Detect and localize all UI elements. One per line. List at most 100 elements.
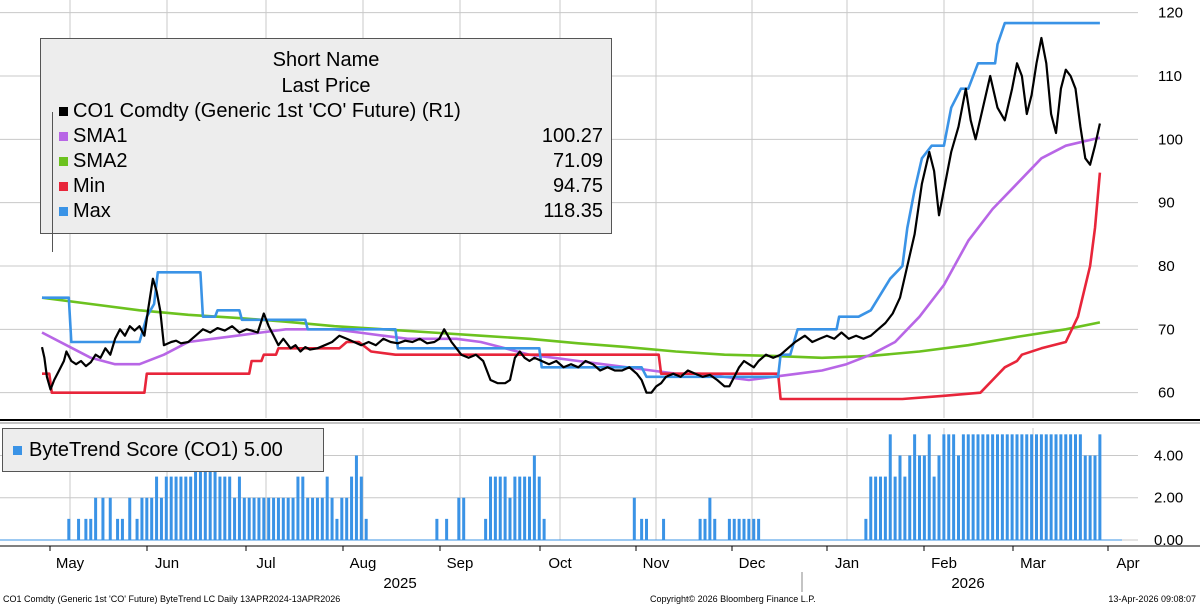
score-bar <box>174 476 178 540</box>
score-bar <box>908 455 912 540</box>
score-bar <box>1025 434 1029 540</box>
score-bar <box>991 434 995 540</box>
legend-value: 118.35 <box>543 200 603 222</box>
score-bar <box>645 518 648 540</box>
legend-swatch-min <box>59 182 68 191</box>
score-bar <box>155 476 159 540</box>
legend-value: 100.27 <box>541 125 603 147</box>
month-tick-label: Jul <box>256 555 275 572</box>
legend-row-sma2: SMA2 71.09 <box>59 150 603 175</box>
score-bar <box>306 497 310 540</box>
score-bar <box>1049 434 1053 540</box>
score-bar <box>462 497 466 540</box>
score-bar <box>252 497 256 540</box>
score-legend: ByteTrend Score (CO1) 5.00 <box>2 428 324 472</box>
score-bar <box>874 476 878 540</box>
score-bar <box>359 476 363 540</box>
score-bar <box>1000 434 1004 540</box>
score-bar <box>335 518 339 540</box>
legend-bracket <box>52 112 57 252</box>
score-bar <box>223 476 227 540</box>
price-tick-label: 100 <box>1158 131 1183 148</box>
legend-header-short-name: Short Name <box>272 49 380 71</box>
legend-value: 94.75 <box>552 175 603 197</box>
score-bar <box>242 497 246 540</box>
score-bar <box>1064 434 1068 540</box>
score-bar <box>489 476 492 540</box>
score-bar <box>272 497 276 540</box>
score-bar <box>503 476 507 540</box>
score-bar <box>169 476 173 540</box>
month-tick-label: May <box>56 555 85 572</box>
legend-header-last-price: Last Price <box>281 75 371 97</box>
score-bar <box>888 434 892 540</box>
score-bar <box>354 455 358 540</box>
score-bar <box>1059 434 1063 540</box>
score-bar <box>747 518 751 540</box>
score-bar <box>947 434 951 540</box>
price-tick-label: 90 <box>1158 195 1175 212</box>
score-bar <box>364 518 368 540</box>
score-tick-label: 2.00 <box>1154 490 1183 507</box>
score-legend-swatch <box>13 446 22 455</box>
score-bar <box>345 497 349 540</box>
score-bar <box>228 476 232 540</box>
legend-row-min: Min 94.75 <box>59 175 603 200</box>
score-bar <box>632 497 636 540</box>
score-bar <box>189 476 193 540</box>
score-bar <box>1010 434 1014 540</box>
legend-swatch-sma1 <box>59 132 68 141</box>
score-bar <box>1005 434 1009 540</box>
score-bar <box>957 455 960 540</box>
score-bar <box>218 476 222 540</box>
score-bar <box>713 518 717 540</box>
score-bar <box>498 476 502 540</box>
score-bar <box>961 434 965 540</box>
month-tick-label: Feb <box>931 555 957 572</box>
score-bar <box>542 518 546 540</box>
score-bar <box>727 518 731 540</box>
score-bar <box>150 497 154 540</box>
score-bar <box>518 476 522 540</box>
score-bar <box>233 497 237 540</box>
score-bar <box>1030 434 1034 540</box>
score-bar <box>140 497 144 540</box>
score-bar <box>445 518 449 540</box>
score-bar <box>1015 434 1019 540</box>
month-tick-label: Sep <box>447 555 474 572</box>
score-bar <box>898 455 902 540</box>
legend-name: Min <box>73 175 106 197</box>
score-bar <box>513 476 517 540</box>
score-bar <box>937 455 941 540</box>
score-bar <box>903 476 907 540</box>
score-bar <box>971 434 975 540</box>
legend-name: CO1 Comdty (Generic 1st 'CO' Future) (R1… <box>73 100 461 122</box>
time-axis: May Jun Jul Aug Sep Oct Nov Dec Jan Feb Mar Apr 2025… <box>49 546 1140 592</box>
score-bar <box>879 476 882 540</box>
score-bar <box>869 476 873 540</box>
score-bar <box>237 476 241 540</box>
score-bar <box>893 476 897 540</box>
score-bar <box>1054 434 1058 540</box>
score-bar <box>108 497 112 540</box>
legend-value: 71.09 <box>552 150 603 172</box>
score-bar <box>1020 434 1024 540</box>
score-bar <box>864 518 868 540</box>
score-bar <box>120 518 124 540</box>
score-legend-label: ByteTrend Score (CO1) 5.00 <box>29 439 283 461</box>
score-bar <box>942 434 946 540</box>
score-bar <box>918 455 921 540</box>
legend-name: SMA1 <box>73 125 128 147</box>
score-bar <box>101 497 105 540</box>
month-tick-label: Jun <box>155 555 179 572</box>
score-bar <box>340 497 344 540</box>
month-tick-label: Aug <box>350 555 377 572</box>
footer-copyright: Copyright© 2026 Bloomberg Finance L.P. <box>650 594 816 604</box>
month-tick-label: Apr <box>1116 555 1139 572</box>
score-tick-label: 4.00 <box>1154 447 1183 464</box>
month-tick-label: Nov <box>643 555 670 572</box>
score-bar <box>922 455 926 540</box>
price-tick-label: 120 <box>1158 5 1183 22</box>
price-tick-label: 70 <box>1158 321 1175 338</box>
score-bar <box>883 476 887 540</box>
